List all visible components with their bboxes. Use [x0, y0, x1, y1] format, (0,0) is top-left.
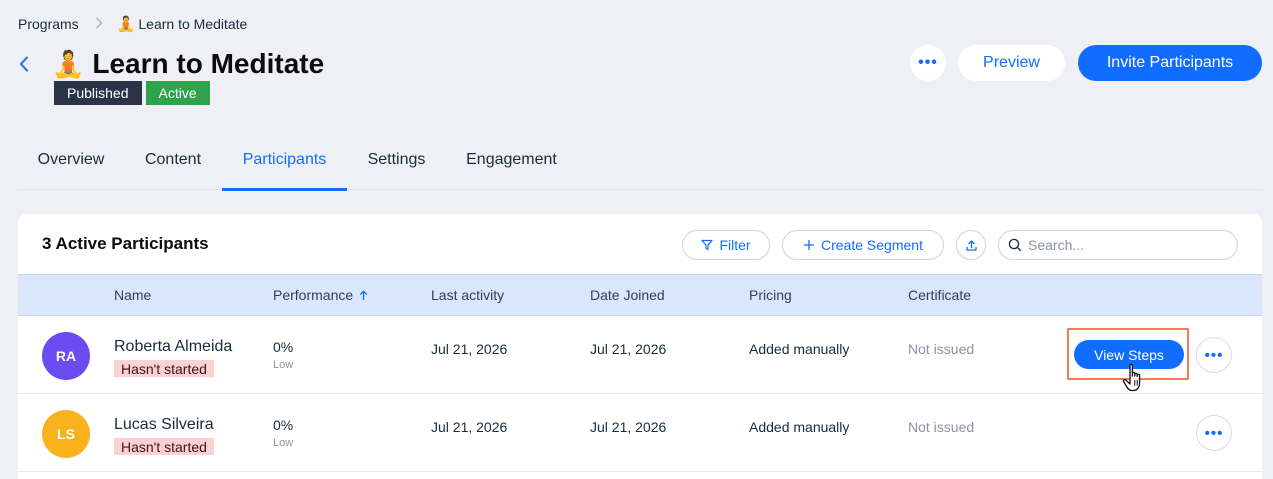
tab-bar: Overview Content Participants Settings E… [18, 130, 1262, 191]
chevron-right-icon [95, 16, 103, 32]
table-row[interactable]: LS Lucas Silveira Hasn't started 0% Low … [18, 394, 1262, 472]
last-activity: Jul 21, 2026 [431, 419, 508, 435]
avatar: RA [42, 332, 90, 380]
filter-icon [701, 239, 714, 251]
date-joined: Jul 21, 2026 [590, 341, 667, 357]
participant-name[interactable]: Lucas Silveira [114, 416, 214, 434]
performance-level: Low [273, 437, 294, 449]
meditation-emoji: 🧘 [52, 48, 85, 79]
participants-heading: 3 Active Participants [42, 234, 209, 253]
meditation-emoji: 🧘 [116, 16, 136, 33]
more-actions-button[interactable]: ••• [910, 45, 946, 81]
participant-name[interactable]: Roberta Almeida [114, 338, 232, 356]
search-icon [1008, 238, 1022, 252]
column-name[interactable]: Name [114, 275, 151, 315]
row-more-button[interactable]: ••• [1196, 337, 1232, 373]
participants-card: 3 Active Participants Filter Create Segm… [18, 214, 1262, 479]
certificate-status: Not issued [908, 341, 975, 357]
tab-participants[interactable]: Participants [222, 130, 347, 191]
certificate-status: Not issued [908, 419, 975, 435]
create-segment-label: Create Segment [821, 237, 923, 253]
chevron-left-icon [19, 56, 28, 72]
active-badge: Active [145, 81, 210, 105]
page-title: 🧘 Learn to Meditate [52, 44, 324, 84]
status-badges: Published Active [54, 81, 210, 105]
tab-content[interactable]: Content [124, 130, 222, 190]
tab-overview[interactable]: Overview [18, 130, 124, 190]
row-more-button[interactable]: ••• [1196, 415, 1232, 451]
search-input[interactable] [1028, 237, 1218, 253]
search-box [998, 230, 1238, 260]
tab-engagement[interactable]: Engagement [446, 130, 577, 190]
back-button[interactable] [14, 51, 34, 77]
plus-icon [804, 240, 815, 250]
pricing: Added manually [749, 341, 850, 357]
create-segment-button[interactable]: Create Segment [782, 230, 944, 260]
filter-label: Filter [719, 237, 751, 253]
arrow-up-icon [359, 289, 368, 300]
pricing: Added manually [749, 419, 850, 435]
status-badge: Hasn't started [114, 360, 214, 377]
column-last-activity[interactable]: Last activity [431, 275, 504, 315]
date-joined: Jul 21, 2026 [590, 419, 667, 435]
invite-participants-button[interactable]: Invite Participants [1078, 45, 1262, 81]
performance-level: Low [273, 359, 294, 371]
page-title-text: Learn to Meditate [92, 48, 325, 79]
preview-button[interactable]: Preview [958, 45, 1065, 81]
breadcrumb-programs-link[interactable]: Programs [18, 16, 79, 32]
hand-pointer-icon [1122, 363, 1141, 392]
performance-value: 0% [273, 339, 294, 355]
last-activity: Jul 21, 2026 [431, 341, 508, 357]
column-performance[interactable]: Performance [273, 275, 368, 315]
upload-icon [965, 239, 977, 251]
published-badge: Published [54, 81, 142, 105]
tab-settings[interactable]: Settings [347, 130, 446, 190]
column-date-joined[interactable]: Date Joined [590, 275, 665, 315]
column-performance-label: Performance [273, 287, 354, 303]
breadcrumb-current: Learn to Meditate [138, 16, 248, 32]
table-header: Name Performance Last activity Date Join… [18, 274, 1262, 316]
breadcrumb: Programs 🧘 Learn to Meditate [18, 14, 247, 34]
export-button[interactable] [956, 230, 986, 260]
avatar: LS [42, 410, 90, 458]
column-certificate[interactable]: Certificate [908, 275, 971, 315]
filter-button[interactable]: Filter [682, 230, 770, 260]
column-pricing[interactable]: Pricing [749, 275, 792, 315]
status-badge: Hasn't started [114, 438, 214, 455]
performance-value: 0% [273, 417, 294, 433]
